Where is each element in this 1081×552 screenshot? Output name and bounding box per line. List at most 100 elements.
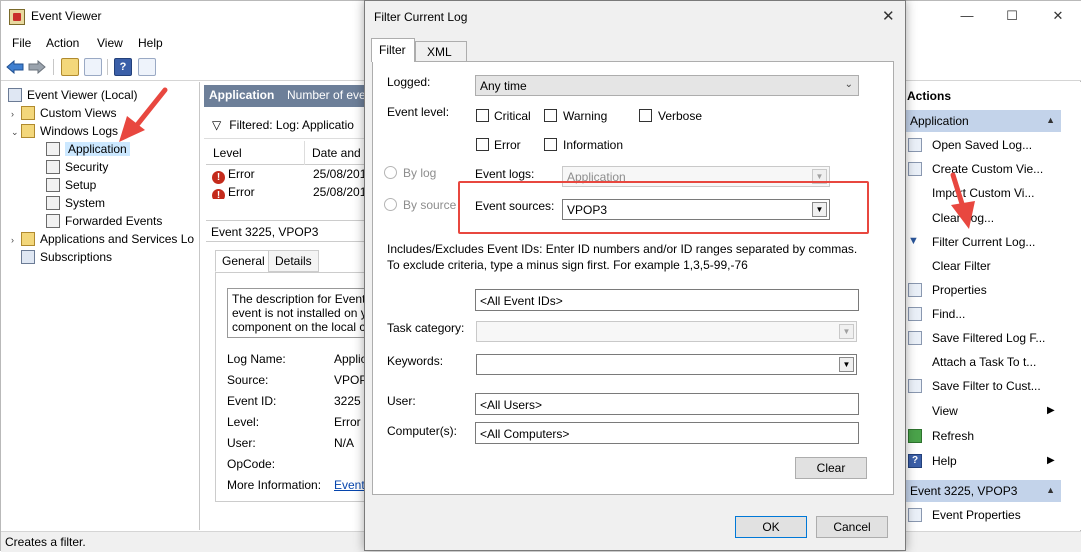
prop-log-name-value: Applic (334, 352, 367, 366)
event-logs-label: Event logs: (475, 167, 535, 181)
show-hide-action-pane-icon[interactable] (138, 58, 156, 76)
warning-label: Warning (563, 109, 608, 123)
event-log-online-help-link[interactable]: Event (334, 478, 367, 492)
event-list-header: Level Date and T (206, 141, 371, 165)
collapse-chevron-icon[interactable]: ⌄ (11, 123, 21, 141)
tree-item-system[interactable]: System (46, 194, 105, 212)
close-icon[interactable]: ✕ (882, 7, 895, 25)
tree-item-subscriptions[interactable]: Subscriptions (11, 248, 112, 266)
error-checkbox[interactable] (476, 138, 489, 151)
action-refresh[interactable]: Refresh (932, 429, 974, 443)
event-properties-icon (908, 508, 922, 522)
maximize-icon[interactable]: ☐ (1000, 6, 1024, 26)
task-category-select[interactable]: ▼ (476, 321, 857, 342)
information-label: Information (563, 138, 624, 152)
event-detail-title: Event 3225, VPOP3 (206, 220, 366, 242)
action-save-filtered-log[interactable]: Save Filtered Log F... (932, 331, 1045, 345)
action-help[interactable]: Help (932, 454, 957, 468)
action-event-properties[interactable]: Event Properties (932, 508, 1021, 522)
clear-log-icon (908, 211, 922, 225)
help-icon: ? (908, 454, 922, 468)
show-hide-tree-icon[interactable] (84, 58, 102, 76)
clear-button[interactable]: Clear (795, 457, 867, 479)
critical-checkbox[interactable] (476, 109, 489, 122)
menu-view[interactable]: View (97, 36, 123, 50)
tree-item-security[interactable]: Security (46, 158, 108, 176)
expand-chevron-icon[interactable]: › (11, 231, 21, 248)
keywords-select[interactable]: ▼ (476, 354, 857, 375)
critical-label: Critical (494, 109, 531, 123)
tab-filter[interactable]: Filter (371, 38, 415, 62)
open-folder-icon (908, 138, 922, 152)
by-source-radio[interactable] (384, 198, 397, 211)
minimize-icon[interactable]: — (955, 6, 979, 26)
ok-button[interactable]: OK (735, 516, 807, 538)
task-category-label: Task category: (387, 321, 465, 335)
event-detail-tabs: General Details (215, 250, 365, 272)
close-icon[interactable]: ✕ (1046, 6, 1070, 26)
action-save-filter-to-custom-view[interactable]: Save Filter to Cust... (932, 379, 1041, 393)
event-ids-instructions: Includes/Excludes Event IDs: Enter ID nu… (387, 242, 858, 272)
tree-item-custom-views[interactable]: › Custom Views (11, 104, 116, 122)
tab-xml[interactable]: XML (415, 41, 467, 62)
logged-select[interactable]: Any time ⌄ (475, 75, 859, 96)
navigation-tree: Event Viewer (Local) › Custom Views ⌄ Wind… (1, 82, 200, 530)
error-label: Error (494, 138, 521, 152)
log-icon (46, 196, 60, 210)
back-arrow-icon[interactable] (6, 60, 24, 74)
chevron-down-icon: ⌄ (844, 79, 853, 90)
menu-file[interactable]: File (12, 36, 31, 50)
up-folder-icon[interactable] (61, 58, 79, 76)
prop-source-label: Source: (227, 373, 269, 387)
prop-more-info-label: More Information: (227, 478, 322, 492)
tree-item-applications-and-services[interactable]: › Applications and Services Lo (11, 230, 199, 248)
expand-chevron-icon[interactable]: › (11, 105, 21, 123)
annotation-highlight-box (458, 181, 869, 234)
collapse-triangle-icon[interactable]: ▲ (1046, 115, 1055, 125)
action-find[interactable]: Find... (932, 307, 965, 321)
verbose-checkbox[interactable] (639, 109, 652, 122)
prop-opcode-label: OpCode: (227, 457, 276, 471)
find-binoculars-icon (908, 307, 922, 321)
table-row[interactable]: ! Error 25/08/201 (206, 167, 366, 185)
table-row[interactable]: ! Error 25/08/201 (206, 185, 366, 199)
by-log-label: By log (403, 166, 437, 180)
prop-user-value: N/A (334, 436, 355, 450)
log-icon (46, 160, 60, 174)
actions-group-application[interactable]: Application ▲ (906, 110, 1061, 132)
dropdown-arrow-icon: ▼ (839, 357, 854, 372)
tree-item-forwarded-events[interactable]: Forwarded Events (46, 212, 162, 230)
action-attach-task[interactable]: Attach a Task To t... (932, 355, 1036, 369)
filter-description: Filtered: Log: Applicatio (229, 118, 354, 132)
user-input[interactable]: <All Users> (475, 393, 859, 415)
column-date-and-time[interactable]: Date and T (304, 141, 371, 165)
menu-help[interactable]: Help (138, 36, 163, 50)
log-icon (46, 214, 60, 228)
actions-group-event[interactable]: Event 3225, VPOP3 ▲ (906, 480, 1061, 502)
warning-checkbox[interactable] (544, 109, 557, 122)
computers-input[interactable]: <All Computers> (475, 422, 859, 444)
import-icon (908, 186, 922, 200)
tree-item-setup[interactable]: Setup (46, 176, 96, 194)
tab-details[interactable]: Details (268, 250, 319, 272)
action-clear-filter[interactable]: Clear Filter (932, 259, 991, 273)
tree-item-windows-logs[interactable]: ⌄ Windows Logs (11, 122, 118, 140)
event-ids-input[interactable]: <All Event IDs> (475, 289, 859, 311)
forward-arrow-icon[interactable] (28, 60, 46, 74)
column-level[interactable]: Level (213, 146, 242, 160)
error-icon: ! (212, 171, 225, 184)
prop-log-name-label: Log Name: (227, 352, 286, 366)
menu-action[interactable]: Action (46, 36, 79, 50)
information-checkbox[interactable] (544, 138, 557, 151)
action-properties[interactable]: Properties (932, 283, 987, 297)
collapse-triangle-icon[interactable]: ▲ (1046, 485, 1055, 495)
by-log-radio[interactable] (384, 166, 397, 179)
action-filter-current-log[interactable]: Filter Current Log... (932, 235, 1035, 249)
help-icon[interactable]: ? (114, 58, 132, 76)
actions-pane-title: Actions (907, 89, 952, 103)
action-open-saved-log[interactable]: Open Saved Log... (932, 138, 1032, 152)
prop-level-value: Error (334, 415, 361, 429)
tab-general[interactable]: General (215, 250, 272, 272)
action-view[interactable]: View (932, 404, 958, 418)
cancel-button[interactable]: Cancel (816, 516, 888, 538)
